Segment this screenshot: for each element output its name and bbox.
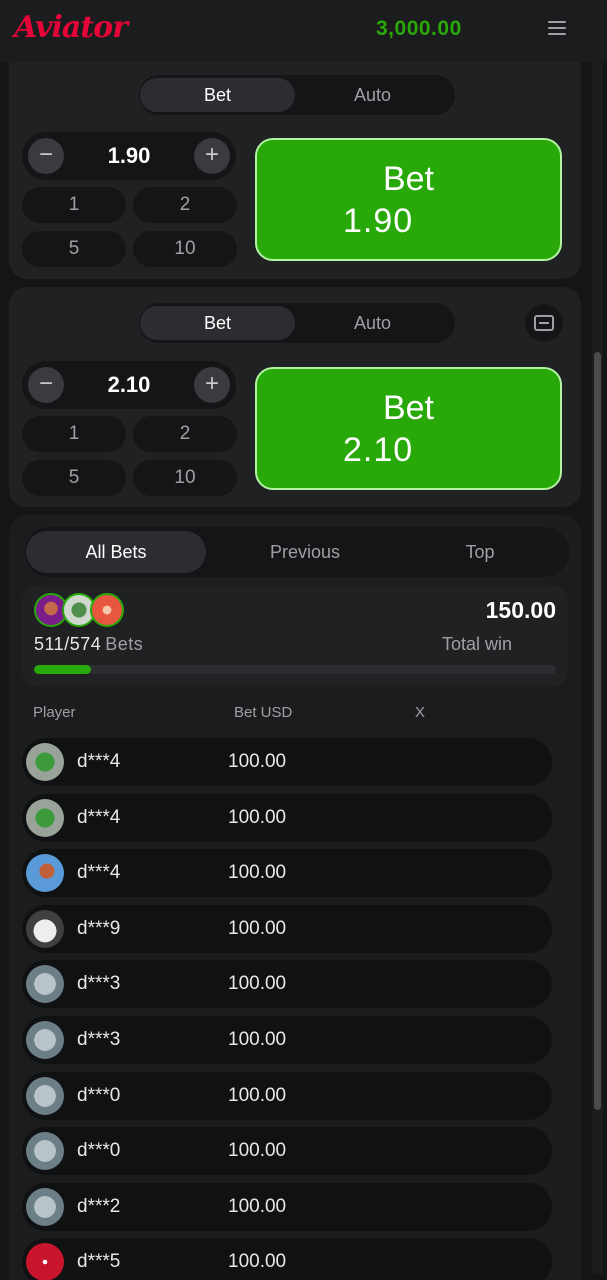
table-row: d***0 100.00 <box>22 1127 552 1176</box>
column-header-player: Player <box>33 704 76 721</box>
tab-all-bets[interactable]: All Bets <box>26 531 206 573</box>
minus-square-icon <box>534 315 554 331</box>
quick-amount-button[interactable]: 1 <box>22 187 126 223</box>
clover-icon <box>26 798 64 837</box>
bet-amount: 100.00 <box>228 1195 287 1217</box>
bet-amount: 100.00 <box>228 1140 287 1162</box>
money-icon <box>26 1187 64 1226</box>
toilet-icon <box>26 909 64 948</box>
balance-display: 3,000.00 <box>376 17 462 40</box>
increase-amount-button[interactable]: + <box>194 138 230 174</box>
table-row: d***3 100.00 <box>22 960 552 1009</box>
quick-amount-button[interactable]: 10 <box>133 460 237 496</box>
scrollbar-thumb[interactable] <box>594 352 601 1110</box>
quick-amount-button[interactable]: 10 <box>133 231 237 267</box>
hamburger-menu-icon[interactable] <box>548 21 566 37</box>
total-win-label: Total win <box>441 634 512 654</box>
bet-amount: 100.00 <box>228 1251 287 1273</box>
tab-bet[interactable]: Bet <box>140 306 295 340</box>
quick-amount-button[interactable]: 5 <box>22 460 126 496</box>
clover-icon <box>26 743 64 781</box>
bet-mode-switch: Bet Auto <box>139 303 455 343</box>
table-row: d***2 100.00 <box>22 1182 552 1231</box>
avatar <box>90 593 124 627</box>
place-bet-amount: 2.10 <box>343 431 414 469</box>
table-row: d***5 100.00 <box>22 1238 552 1280</box>
table-row: d***9 100.00 <box>22 904 552 953</box>
place-bet-button[interactable]: Bet 1.90 <box>255 138 562 261</box>
tab-top[interactable]: Top <box>395 531 565 573</box>
tab-bet[interactable]: Bet <box>140 78 295 112</box>
quick-amount-button[interactable]: 2 <box>133 187 237 223</box>
table-row: d***4 100.00 <box>22 849 552 898</box>
remove-panel-button[interactable] <box>525 304 563 342</box>
bets-count-value: 511/574 <box>34 634 102 654</box>
player-name: d***4 <box>77 806 121 828</box>
bets-list-panel: All Bets Previous Top 511/574 Bets 150.00… <box>9 515 581 1280</box>
player-name: d***0 <box>77 1140 121 1162</box>
bet-amount: 100.00 <box>228 917 287 939</box>
player-name: d***2 <box>77 1195 121 1217</box>
bets-count-label: Bets <box>105 634 144 654</box>
bet-panel-1: Bet Auto − 1.90 + 1 2 5 10 Bet 1.90 <box>9 62 581 279</box>
table-row: d***0 100.00 <box>22 1071 552 1120</box>
bet-amount: 100.00 <box>228 806 287 828</box>
bet-amount-stepper: − 2.10 + <box>22 361 236 409</box>
bet-amount-stepper: − 1.90 + <box>22 132 236 180</box>
app-logo[interactable]: Aviator <box>14 10 128 45</box>
money-icon <box>26 1076 64 1115</box>
bet-panel-2: Bet Auto − 2.10 + 1 2 5 10 Bet 2.10 <box>9 287 581 507</box>
bet-amount: 100.00 <box>228 1029 287 1050</box>
round-summary: 511/574 Bets 150.00 Total win <box>22 585 568 687</box>
player-name: d***3 <box>77 1029 121 1050</box>
player-name: d***4 <box>77 751 121 772</box>
tab-auto[interactable]: Auto <box>295 306 450 340</box>
bets-count: 511/574 Bets <box>34 634 143 655</box>
top-winners-avatars <box>34 593 134 629</box>
place-bet-amount: 1.90 <box>343 202 414 240</box>
table-row: d***3 100.00 <box>22 1016 552 1064</box>
decrease-amount-button[interactable]: − <box>28 138 64 174</box>
column-header-multiplier: X <box>415 704 426 721</box>
top-bar: Aviator 3,000.00 <box>0 0 607 62</box>
player-name: d***5 <box>77 1251 121 1273</box>
increase-amount-button[interactable]: + <box>194 367 230 403</box>
tab-auto[interactable]: Auto <box>295 78 450 112</box>
bet-amount: 100.00 <box>228 973 287 995</box>
bet-amount: 100.00 <box>228 1084 287 1106</box>
bet-amount-input[interactable]: 2.10 <box>66 372 192 398</box>
quick-amount-button[interactable]: 1 <box>22 416 126 452</box>
place-bet-label: Bet <box>382 389 435 427</box>
bet-mode-switch: Bet Auto <box>139 75 455 115</box>
place-bet-button[interactable]: Bet 2.10 <box>255 367 562 490</box>
bets-progress-fill <box>34 665 92 674</box>
table-row: d***4 100.00 <box>22 738 552 786</box>
column-header-bet: Bet USD <box>234 704 293 721</box>
bet-amount: 100.00 <box>228 751 287 772</box>
quick-amount-button[interactable]: 5 <box>22 231 126 267</box>
money-icon <box>26 1132 64 1171</box>
place-bet-label: Bet <box>382 160 435 198</box>
quick-amount-button[interactable]: 2 <box>133 416 237 452</box>
bets-progress-bar <box>34 665 556 674</box>
money-icon <box>26 965 64 1004</box>
bet-amount: 100.00 <box>228 862 287 884</box>
total-win-value: 150.00 <box>485 597 556 623</box>
player-name: d***0 <box>77 1084 121 1106</box>
table-row: d***4 100.00 <box>22 793 552 842</box>
bets-list-tabs: All Bets Previous Top <box>25 527 569 577</box>
player-name: d***9 <box>77 917 121 939</box>
player-name: d***3 <box>77 973 121 995</box>
player-name: d***4 <box>77 862 121 884</box>
bird-icon <box>26 854 64 893</box>
dice-icon <box>26 1243 64 1280</box>
decrease-amount-button[interactable]: − <box>28 367 64 403</box>
bet-amount-input[interactable]: 1.90 <box>66 143 192 169</box>
money-icon <box>26 1021 64 1059</box>
tab-previous[interactable]: Previous <box>215 531 395 573</box>
